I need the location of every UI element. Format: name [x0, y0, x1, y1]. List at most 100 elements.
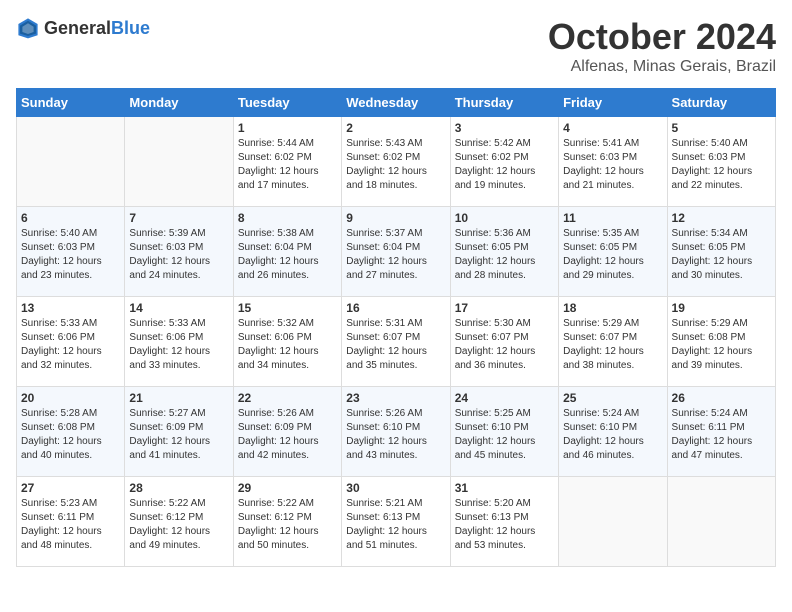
day-info: Sunrise: 5:37 AM Sunset: 6:04 PM Dayligh… [346, 227, 445, 283]
day-info: Sunrise: 5:31 AM Sunset: 6:07 PM Dayligh… [346, 317, 445, 373]
calendar-cell: 11 Sunrise: 5:35 AM Sunset: 6:05 PM Dayli… [559, 207, 667, 297]
logo-text: GeneralBlue [44, 18, 150, 39]
day-info: Sunrise: 5:41 AM Sunset: 6:03 PM Dayligh… [563, 137, 662, 193]
calendar-week-row: 13 Sunrise: 5:33 AM Sunset: 6:06 PM Dayli… [17, 297, 776, 387]
day-info: Sunrise: 5:20 AM Sunset: 6:13 PM Dayligh… [455, 497, 554, 553]
title-block: October 2024 Alfenas, Minas Gerais, Braz… [548, 16, 776, 76]
logo: GeneralBlue [16, 16, 150, 40]
day-number: 25 [563, 391, 662, 405]
day-info: Sunrise: 5:43 AM Sunset: 6:02 PM Dayligh… [346, 137, 445, 193]
day-number: 13 [21, 301, 120, 315]
day-info: Sunrise: 5:24 AM Sunset: 6:11 PM Dayligh… [672, 407, 771, 463]
calendar-cell: 16 Sunrise: 5:31 AM Sunset: 6:07 PM Dayli… [342, 297, 450, 387]
calendar-cell: 18 Sunrise: 5:29 AM Sunset: 6:07 PM Dayli… [559, 297, 667, 387]
calendar-cell: 8Sunrise: 5:38 AM Sunset: 6:04 PM Daylig… [233, 207, 341, 297]
calendar-cell: 15Sunrise: 5:32 AM Sunset: 6:06 PM Dayli… [233, 297, 341, 387]
calendar-header: SundayMondayTuesdayWednesdayThursdayFrid… [17, 89, 776, 117]
day-number: 11 [563, 211, 662, 225]
day-number: 17 [455, 301, 554, 315]
calendar-cell: 29 Sunrise: 5:22 AM Sunset: 6:12 PM Dayli… [233, 477, 341, 567]
day-info: Sunrise: 5:21 AM Sunset: 6:13 PM Dayligh… [346, 497, 445, 553]
day-info: Sunrise: 5:26 AM Sunset: 6:09 PM Dayligh… [238, 407, 337, 463]
calendar-body: 1 Sunrise: 5:44 AM Sunset: 6:02 PM Daylig… [17, 117, 776, 567]
calendar-cell [667, 477, 775, 567]
day-number: 19 [672, 301, 771, 315]
day-number: 1 [238, 121, 337, 135]
day-number: 18 [563, 301, 662, 315]
day-number: 6 [21, 211, 120, 225]
day-number: 4 [563, 121, 662, 135]
calendar-cell [559, 477, 667, 567]
day-number: 10 [455, 211, 554, 225]
day-info: Sunrise: 5:44 AM Sunset: 6:02 PM Dayligh… [238, 137, 337, 193]
day-info: Sunrise: 5:42 AM Sunset: 6:02 PM Dayligh… [455, 137, 554, 193]
day-number: 29 [238, 481, 337, 495]
weekday-header: Friday [559, 89, 667, 117]
weekday-header: Saturday [667, 89, 775, 117]
calendar-cell: 9 Sunrise: 5:37 AM Sunset: 6:04 PM Daylig… [342, 207, 450, 297]
day-number: 3 [455, 121, 554, 135]
calendar-cell: 13 Sunrise: 5:33 AM Sunset: 6:06 PM Dayli… [17, 297, 125, 387]
day-number: 12 [672, 211, 771, 225]
day-number: 9 [346, 211, 445, 225]
calendar-cell: 12 Sunrise: 5:34 AM Sunset: 6:05 PM Dayli… [667, 207, 775, 297]
day-number: 23 [346, 391, 445, 405]
day-number: 15 [238, 301, 337, 315]
calendar-week-row: 27 Sunrise: 5:23 AM Sunset: 6:11 PM Dayli… [17, 477, 776, 567]
day-info: Sunrise: 5:26 AM Sunset: 6:10 PM Dayligh… [346, 407, 445, 463]
day-info: Sunrise: 5:29 AM Sunset: 6:08 PM Dayligh… [672, 317, 771, 373]
calendar-cell: 23 Sunrise: 5:26 AM Sunset: 6:10 PM Dayli… [342, 387, 450, 477]
weekday-header: Wednesday [342, 89, 450, 117]
location-title: Alfenas, Minas Gerais, Brazil [548, 58, 776, 76]
day-info: Sunrise: 5:24 AM Sunset: 6:10 PM Dayligh… [563, 407, 662, 463]
day-number: 27 [21, 481, 120, 495]
day-info: Sunrise: 5:25 AM Sunset: 6:10 PM Dayligh… [455, 407, 554, 463]
day-info: Sunrise: 5:40 AM Sunset: 6:03 PM Dayligh… [672, 137, 771, 193]
page-header: GeneralBlue October 2024 Alfenas, Minas … [16, 16, 776, 76]
day-info: Sunrise: 5:38 AM Sunset: 6:04 PM Dayligh… [238, 227, 337, 283]
calendar-cell: 19 Sunrise: 5:29 AM Sunset: 6:08 PM Dayli… [667, 297, 775, 387]
day-number: 24 [455, 391, 554, 405]
calendar-cell: 24 Sunrise: 5:25 AM Sunset: 6:10 PM Dayli… [450, 387, 558, 477]
day-info: Sunrise: 5:34 AM Sunset: 6:05 PM Dayligh… [672, 227, 771, 283]
calendar-cell: 21 Sunrise: 5:27 AM Sunset: 6:09 PM Dayli… [125, 387, 233, 477]
day-info: Sunrise: 5:33 AM Sunset: 6:06 PM Dayligh… [21, 317, 120, 373]
calendar-cell: 22 Sunrise: 5:26 AM Sunset: 6:09 PM Dayli… [233, 387, 341, 477]
day-number: 16 [346, 301, 445, 315]
day-info: Sunrise: 5:35 AM Sunset: 6:05 PM Dayligh… [563, 227, 662, 283]
day-number: 2 [346, 121, 445, 135]
day-info: Sunrise: 5:22 AM Sunset: 6:12 PM Dayligh… [129, 497, 228, 553]
day-info: Sunrise: 5:29 AM Sunset: 6:07 PM Dayligh… [563, 317, 662, 373]
day-number: 28 [129, 481, 228, 495]
calendar-cell: 7 Sunrise: 5:39 AM Sunset: 6:03 PM Daylig… [125, 207, 233, 297]
calendar-cell: 17Sunrise: 5:30 AM Sunset: 6:07 PM Dayli… [450, 297, 558, 387]
calendar-cell: 26 Sunrise: 5:24 AM Sunset: 6:11 PM Dayli… [667, 387, 775, 477]
calendar-week-row: 1 Sunrise: 5:44 AM Sunset: 6:02 PM Daylig… [17, 117, 776, 207]
day-info: Sunrise: 5:22 AM Sunset: 6:12 PM Dayligh… [238, 497, 337, 553]
calendar-cell: 3 Sunrise: 5:42 AM Sunset: 6:02 PM Daylig… [450, 117, 558, 207]
calendar-cell: 30 Sunrise: 5:21 AM Sunset: 6:13 PM Dayli… [342, 477, 450, 567]
calendar-cell: 2 Sunrise: 5:43 AM Sunset: 6:02 PM Daylig… [342, 117, 450, 207]
day-number: 31 [455, 481, 554, 495]
calendar-cell: 5 Sunrise: 5:40 AM Sunset: 6:03 PM Daylig… [667, 117, 775, 207]
day-number: 7 [129, 211, 228, 225]
month-title: October 2024 [548, 16, 776, 58]
calendar-cell: 20Sunrise: 5:28 AM Sunset: 6:08 PM Dayli… [17, 387, 125, 477]
calendar-cell: 25 Sunrise: 5:24 AM Sunset: 6:10 PM Dayli… [559, 387, 667, 477]
day-info: Sunrise: 5:23 AM Sunset: 6:11 PM Dayligh… [21, 497, 120, 553]
weekday-header: Monday [125, 89, 233, 117]
logo-icon [16, 16, 40, 40]
day-number: 21 [129, 391, 228, 405]
calendar-cell: 1 Sunrise: 5:44 AM Sunset: 6:02 PM Daylig… [233, 117, 341, 207]
logo-general: General [44, 18, 111, 38]
day-info: Sunrise: 5:28 AM Sunset: 6:08 PM Dayligh… [21, 407, 120, 463]
day-number: 30 [346, 481, 445, 495]
day-number: 22 [238, 391, 337, 405]
day-info: Sunrise: 5:33 AM Sunset: 6:06 PM Dayligh… [129, 317, 228, 373]
day-number: 26 [672, 391, 771, 405]
day-number: 5 [672, 121, 771, 135]
day-info: Sunrise: 5:27 AM Sunset: 6:09 PM Dayligh… [129, 407, 228, 463]
day-info: Sunrise: 5:39 AM Sunset: 6:03 PM Dayligh… [129, 227, 228, 283]
logo-blue: Blue [111, 18, 150, 38]
calendar-week-row: 20Sunrise: 5:28 AM Sunset: 6:08 PM Dayli… [17, 387, 776, 477]
